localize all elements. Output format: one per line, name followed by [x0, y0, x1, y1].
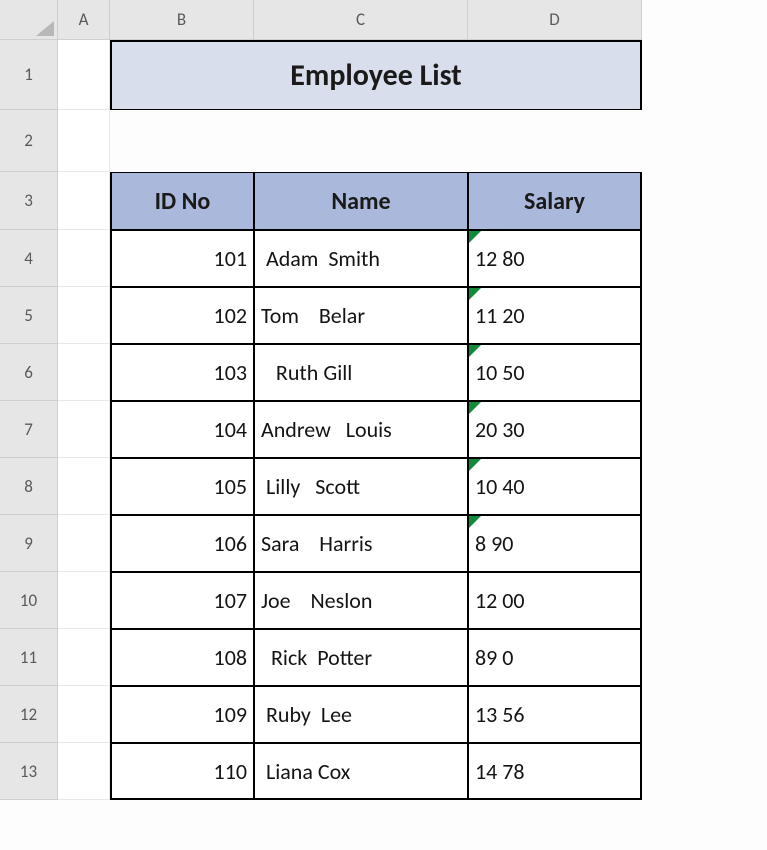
cell-A5[interactable]: [58, 287, 110, 344]
col-header-A[interactable]: A: [58, 0, 110, 40]
row-header-5[interactable]: 5: [0, 287, 58, 344]
cell-name[interactable]: Ruby Lee: [254, 686, 468, 743]
cell-id[interactable]: 106: [110, 515, 254, 572]
cell-name[interactable]: Liana Cox: [254, 743, 468, 800]
col-header-D[interactable]: D: [468, 0, 642, 40]
cell-A10[interactable]: [58, 572, 110, 629]
cell-name[interactable]: Tom Belar: [254, 287, 468, 344]
cell-name[interactable]: Ruth Gill: [254, 344, 468, 401]
row-header-4[interactable]: 4: [0, 230, 58, 287]
cell-A13[interactable]: [58, 743, 110, 800]
cell-salary[interactable]: 11 20: [468, 287, 642, 344]
row-header-12[interactable]: 12: [0, 686, 58, 743]
col-header-B[interactable]: B: [110, 0, 254, 40]
cell-name[interactable]: Lilly Scott: [254, 458, 468, 515]
select-all-corner[interactable]: [0, 0, 58, 40]
cell-salary[interactable]: 12 00: [468, 572, 642, 629]
cell-id[interactable]: 102: [110, 287, 254, 344]
cell-A12[interactable]: [58, 686, 110, 743]
cell-name[interactable]: Rick Potter: [254, 629, 468, 686]
header-name[interactable]: Name: [254, 172, 468, 230]
row-header-11[interactable]: 11: [0, 629, 58, 686]
cell-A2[interactable]: [58, 110, 110, 172]
cell-salary[interactable]: 14 78: [468, 743, 642, 800]
cell-name[interactable]: Adam Smith: [254, 230, 468, 287]
cell-id[interactable]: 104: [110, 401, 254, 458]
cell-id[interactable]: 109: [110, 686, 254, 743]
row-header-3[interactable]: 3: [0, 172, 58, 230]
cell-salary[interactable]: 12 80: [468, 230, 642, 287]
cell-salary[interactable]: 89 0: [468, 629, 642, 686]
cell-A9[interactable]: [58, 515, 110, 572]
cell-salary[interactable]: 8 90: [468, 515, 642, 572]
row-header-6[interactable]: 6: [0, 344, 58, 401]
cell-id[interactable]: 110: [110, 743, 254, 800]
cell-name[interactable]: Sara Harris: [254, 515, 468, 572]
row-header-8[interactable]: 8: [0, 458, 58, 515]
cell-name[interactable]: Joe Neslon: [254, 572, 468, 629]
cell-id[interactable]: 108: [110, 629, 254, 686]
cell-A7[interactable]: [58, 401, 110, 458]
cell-salary[interactable]: 20 30: [468, 401, 642, 458]
cell-id[interactable]: 107: [110, 572, 254, 629]
row-header-13[interactable]: 13: [0, 743, 58, 800]
cell-A4[interactable]: [58, 230, 110, 287]
cell-id[interactable]: 105: [110, 458, 254, 515]
cell-salary[interactable]: 10 50: [468, 344, 642, 401]
cell-name[interactable]: Andrew Louis: [254, 401, 468, 458]
cell-salary[interactable]: 13 56: [468, 686, 642, 743]
cell-salary[interactable]: 10 40: [468, 458, 642, 515]
row-header-9[interactable]: 9: [0, 515, 58, 572]
spreadsheet-grid[interactable]: A B C D 1 2 3 4 5 6 7 8 9 10 11 12 13 Em…: [0, 0, 767, 800]
cell-A6[interactable]: [58, 344, 110, 401]
row-header-7[interactable]: 7: [0, 401, 58, 458]
col-header-C[interactable]: C: [254, 0, 468, 40]
row-header-2[interactable]: 2: [0, 110, 58, 172]
cell-A11[interactable]: [58, 629, 110, 686]
table-title[interactable]: Employee List: [110, 40, 642, 110]
cell-A1[interactable]: [58, 40, 110, 110]
cell-A8[interactable]: [58, 458, 110, 515]
header-id[interactable]: ID No: [110, 172, 254, 230]
cell-id[interactable]: 103: [110, 344, 254, 401]
row-header-1[interactable]: 1: [0, 40, 58, 110]
cell-id[interactable]: 101: [110, 230, 254, 287]
header-salary[interactable]: Salary: [468, 172, 642, 230]
cell-A3[interactable]: [58, 172, 110, 230]
row-header-10[interactable]: 10: [0, 572, 58, 629]
